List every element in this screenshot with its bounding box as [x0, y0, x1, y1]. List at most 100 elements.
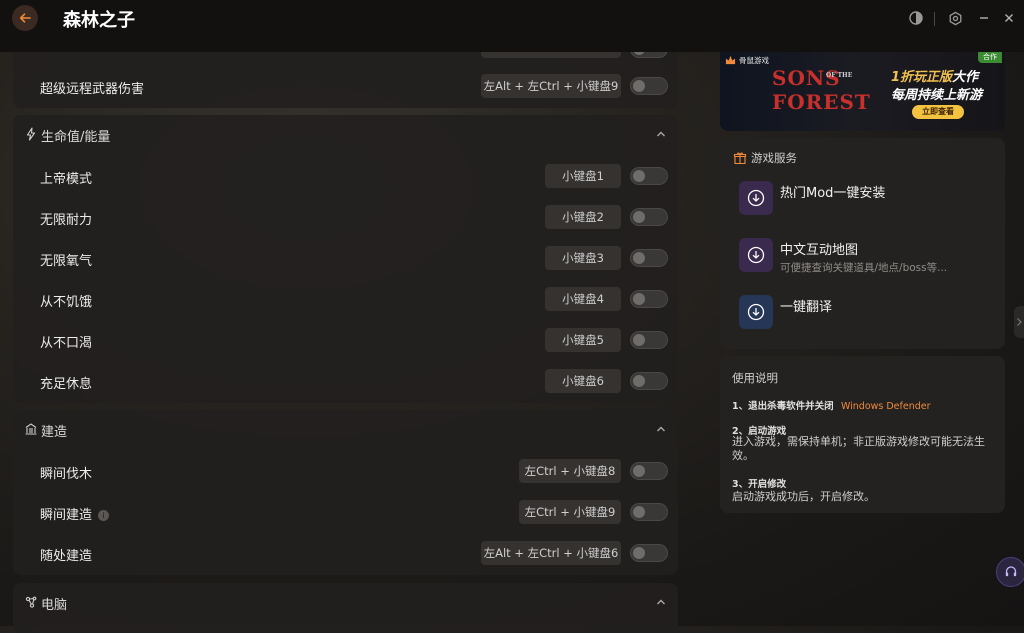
hotkey-badge: 小键盘4	[545, 287, 621, 311]
build-card: 建造 瞬间伐木 左Ctrl + 小键盘8 瞬间建造 i 左Ctrl + 小键盘9 …	[13, 410, 678, 575]
promo-line1: 1折玩正版大作	[891, 66, 978, 85]
section-header-build[interactable]: 建造	[13, 410, 678, 450]
cheat-toggle[interactable]	[630, 372, 668, 390]
cheat-toggle[interactable]	[630, 249, 668, 267]
section-title: 电脑	[41, 598, 68, 613]
promo-line2: 每周持续上新游	[891, 88, 983, 103]
cheat-toggle[interactable]	[630, 503, 668, 521]
map-button[interactable]	[739, 238, 773, 272]
cheat-label: 无限氧气	[40, 254, 93, 269]
app-title: 森林之子	[63, 10, 135, 31]
network-icon	[25, 596, 37, 608]
cheat-toggle[interactable]	[630, 208, 668, 226]
cheat-toggle[interactable]	[630, 167, 668, 185]
help-step1-highlight: Windows Defender	[840, 401, 931, 412]
hotkey-badge: 左Alt + 左Ctrl + 小键盘6	[481, 541, 621, 565]
brand-logo-icon	[725, 55, 736, 65]
side-panel-handle[interactable]	[1014, 306, 1024, 338]
promo-highlight: 正版	[926, 70, 953, 85]
cheat-label: 瞬间伐木	[40, 467, 93, 482]
cheat-toggle[interactable]	[630, 462, 668, 480]
minimize-icon	[980, 17, 988, 19]
cheat-toggle[interactable]	[630, 77, 668, 95]
hotkey-badge: 小键盘3	[545, 246, 621, 270]
partner-tag: 合作	[978, 52, 1002, 63]
cheat-label: 瞬间建造	[40, 508, 93, 523]
title-bar: 森林之子	[0, 0, 1024, 52]
theme-button[interactable]	[907, 9, 925, 27]
mod-install-button[interactable]	[739, 181, 773, 215]
service-title[interactable]: 一键翻译	[780, 296, 832, 315]
arrow-left-icon	[19, 13, 31, 23]
brand-name: 骨鼠游戏	[739, 56, 769, 65]
cheat-label: 随处建造	[40, 549, 93, 564]
game-logo-of: OF THE	[826, 72, 853, 79]
chevron-right-icon	[1017, 318, 1022, 326]
hotkey-badge: 小键盘6	[545, 369, 621, 393]
close-button[interactable]	[1000, 9, 1018, 27]
chevron-up-icon	[657, 426, 665, 432]
minimize-button[interactable]	[975, 9, 993, 27]
hotkey-badge: 小键盘2	[545, 205, 621, 229]
translate-button[interactable]	[739, 295, 773, 329]
cheat-row: 随处建造 左Alt + 左Ctrl + 小键盘6	[13, 534, 678, 575]
theme-icon	[909, 11, 923, 25]
cheat-row: 上帝模式 小键盘1	[13, 157, 678, 198]
services-title: 游戏服务	[751, 151, 797, 165]
cheat-row: 从不饥饿 小键盘4	[13, 280, 678, 321]
game-logo-line2: FOREST	[772, 90, 871, 114]
cheat-label-with-info: 瞬间建造 i	[40, 504, 110, 523]
chevron-up-icon	[657, 131, 665, 137]
cheat-label: 从不饥饿	[40, 295, 93, 310]
promo-banner[interactable]: 骨鼠游戏 合作 SONS OF THE FOREST 1折玩正版大作 每周持续上…	[720, 52, 1005, 131]
help-step1-title: 1、退出杀毒软件并关闭	[732, 401, 834, 412]
cheat-toggle[interactable]	[630, 290, 668, 308]
help-step3-text: 启动游戏成功后，开启修改。	[732, 490, 875, 503]
section-header-computer[interactable]: 电脑	[13, 583, 678, 623]
cheat-row: 无限耐力 小键盘2	[13, 198, 678, 239]
download-circle-icon	[747, 303, 765, 321]
lightning-icon	[26, 127, 36, 141]
hotkey-badge: 左Ctrl + 小键盘8	[519, 459, 621, 483]
hotkey-badge: 左Ctrl + 小键盘9	[519, 500, 621, 524]
cheat-label: 从不口渴	[40, 336, 93, 351]
gear-icon	[949, 11, 961, 25]
promo-cta-button[interactable]: 立即查看	[912, 105, 964, 119]
cheat-row: 瞬间伐木 左Ctrl + 小键盘8	[13, 452, 678, 493]
cheat-row: 超级远程武器伤害 左Alt + 左Ctrl + 小键盘9	[13, 67, 678, 108]
cheat-row: 从不口渴 小键盘5	[13, 321, 678, 362]
game-logo: SONS OF THE FOREST	[770, 66, 870, 126]
usage-instructions-card: 使用说明 1、退出杀毒软件并关闭 Windows Defender 2、启动游戏…	[720, 356, 1005, 513]
cheat-row: 无限氧气 小键盘3	[13, 239, 678, 280]
building-icon	[25, 423, 37, 435]
section-title: 生命值/能量	[41, 130, 111, 145]
hotkey-badge: 小键盘5	[545, 328, 621, 352]
section-title: 建造	[41, 425, 68, 440]
help-step1: 1、退出杀毒软件并关闭 Windows Defender	[732, 398, 931, 412]
health-card: 生命值/能量 上帝模式 小键盘1 无限耐力 小键盘2 无限氧气 小键盘3 从不饥…	[13, 115, 678, 403]
help-step2-text: 进入游戏，需保持单机；非正版游戏修改可能无法生效。	[732, 435, 985, 462]
cheat-label: 充足休息	[40, 377, 93, 392]
cheat-toggle[interactable]	[630, 544, 668, 562]
game-services-card: 游戏服务 热门Mod一键安装 中文互动地图 可便捷查询关键道具/地点/boss等…	[720, 138, 1005, 349]
title-divider	[934, 12, 935, 26]
chevron-up-icon	[657, 599, 665, 605]
help-title: 使用说明	[732, 371, 778, 385]
back-button[interactable]	[12, 5, 38, 31]
info-icon[interactable]: i	[98, 510, 110, 521]
hotkey-badge: 小键盘1	[545, 164, 621, 188]
promo-prefix: 1折玩	[891, 70, 927, 85]
cheat-label: 无限耐力	[40, 213, 93, 228]
support-button[interactable]	[996, 557, 1024, 587]
headset-icon	[1005, 566, 1017, 577]
cheat-row: 瞬间建造 i 左Ctrl + 小键盘9	[13, 493, 678, 534]
service-title[interactable]: 中文互动地图	[780, 239, 858, 258]
cheat-label: 超级远程武器伤害	[40, 82, 145, 97]
settings-button[interactable]	[946, 9, 964, 27]
section-header-health[interactable]: 生命值/能量	[13, 115, 678, 155]
gift-icon	[733, 152, 747, 165]
service-title[interactable]: 热门Mod一键安装	[780, 182, 885, 201]
cheat-toggle[interactable]	[630, 331, 668, 349]
hotkey-badge: 左Alt + 左Ctrl + 小键盘9	[481, 74, 621, 98]
download-circle-icon	[747, 246, 765, 264]
